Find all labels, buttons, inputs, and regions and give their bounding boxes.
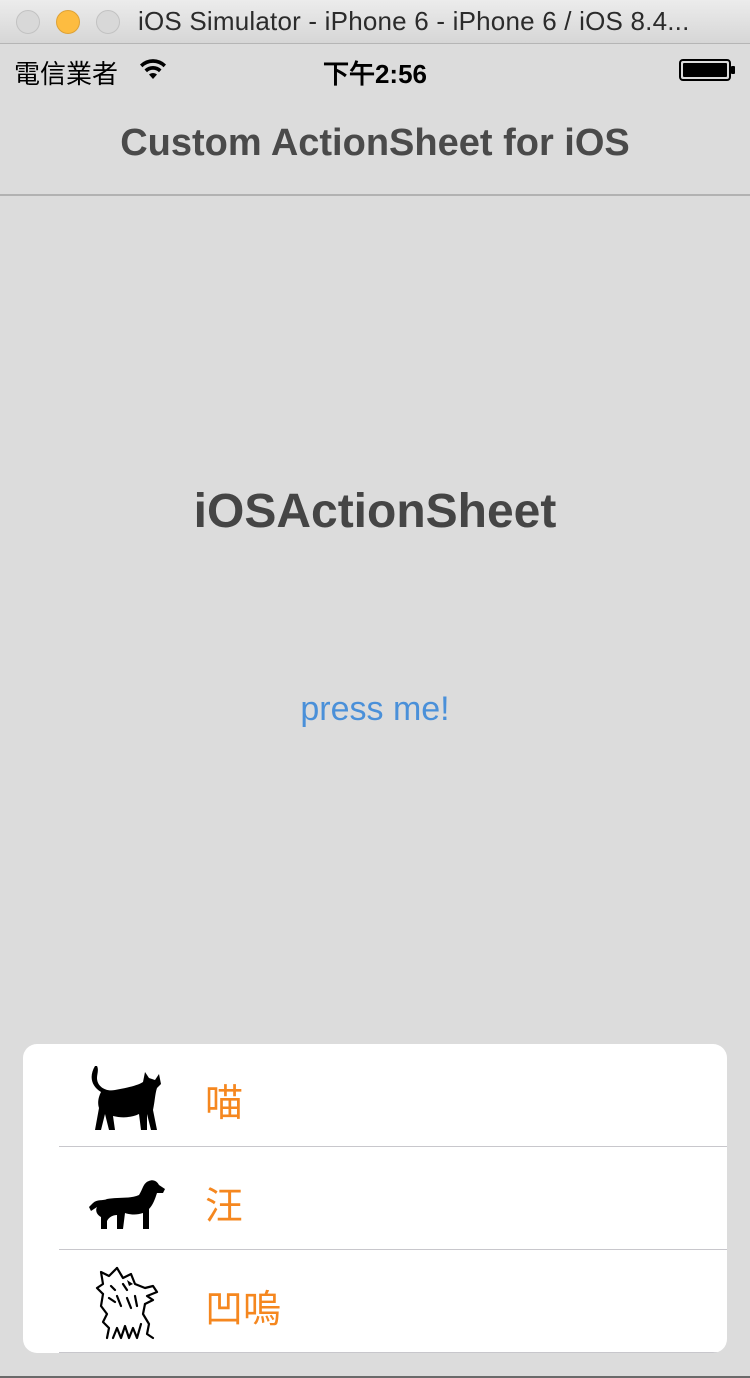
close-window-button[interactable]: [16, 10, 40, 34]
battery-icon: [679, 59, 735, 81]
status-time: 下午2:56: [322, 59, 428, 89]
navigation-bar: Custom ActionSheet for iOS: [0, 94, 750, 196]
window-title: iOS Simulator - iPhone 6 - iPhone 6 / iO…: [138, 6, 690, 36]
action-sheet-item-cat[interactable]: 喵: [23, 1044, 727, 1147]
zoom-window-button[interactable]: [96, 10, 120, 34]
press-me-button[interactable]: press me!: [275, 690, 475, 729]
action-sheet-item-label: 汪: [205, 1184, 244, 1228]
ios-status-bar: 電信業者 下午2:56: [0, 44, 750, 94]
simulator-window: iOS Simulator - iPhone 6 - iPhone 6 / iO…: [0, 0, 750, 1378]
action-sheet-item-label: 喵: [205, 1081, 244, 1125]
action-sheet-item-wolf[interactable]: 凹嗚: [23, 1250, 727, 1353]
window-titlebar[interactable]: iOS Simulator - iPhone 6 - iPhone 6 / iO…: [0, 0, 750, 44]
nav-title: Custom ActionSheet for iOS: [120, 122, 630, 164]
minimize-window-button[interactable]: [56, 10, 80, 34]
action-sheet-item-label: 凹嗚: [205, 1287, 282, 1331]
cat-icon: [91, 1066, 161, 1130]
app-label: iOSActionSheet: [193, 485, 557, 538]
dog-icon: [89, 1180, 165, 1229]
action-sheet: 喵 汪 凹嗚: [23, 1044, 727, 1353]
action-sheet-item-dog[interactable]: 汪: [23, 1147, 727, 1250]
wolf-icon: [95, 1266, 159, 1340]
row-divider: [59, 1352, 727, 1353]
